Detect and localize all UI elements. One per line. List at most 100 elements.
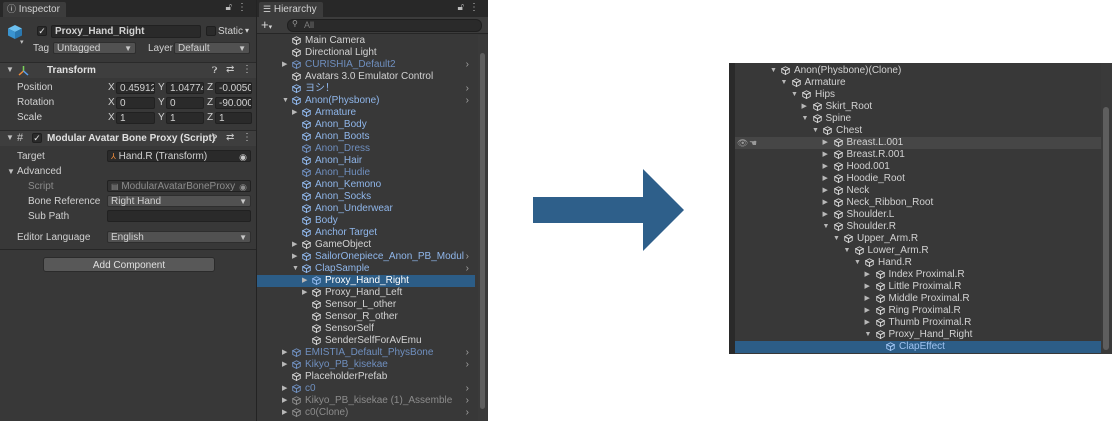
expand-down-icon[interactable]: ▼	[812, 125, 819, 137]
zoomed-hierarchy-row[interactable]: ▼ Chest	[735, 125, 1101, 137]
hierarchy-row[interactable]: ヨシ！ ›	[257, 83, 475, 95]
expand-right-icon[interactable]: ▶	[282, 359, 287, 371]
hierarchy-row[interactable]: ▶ CURISHIA_Default2 ›	[257, 59, 475, 71]
editor-language-dropdown[interactable]: English ▼	[107, 231, 251, 243]
expand-right-icon[interactable]: ▶	[282, 59, 287, 71]
zoomed-hierarchy-row[interactable]: ▼ Spine	[735, 113, 1101, 125]
chevron-right-icon[interactable]: ›	[466, 359, 469, 371]
add-object-button[interactable]: +▾	[261, 17, 272, 35]
hierarchy-row[interactable]: Anon_Dress	[257, 143, 475, 155]
tab-hierarchy[interactable]: ☰ Hierarchy	[259, 2, 323, 17]
hierarchy-row[interactable]: PlaceholderPrefab	[257, 371, 475, 383]
expand-right-icon[interactable]: ▶	[292, 251, 297, 263]
chevron-right-icon[interactable]: ›	[466, 347, 469, 359]
hierarchy-row[interactable]: Anon_Hudie	[257, 167, 475, 179]
hierarchy-row[interactable]: SenderSelfForAvEmu	[257, 335, 475, 347]
static-caret-icon[interactable]: ▾	[245, 26, 249, 35]
hierarchy-row[interactable]: Directional Light	[257, 47, 475, 59]
position-z-field[interactable]: -0.0050	[215, 82, 252, 94]
zoomed-hierarchy-row[interactable]: ▼ Hand.R	[735, 257, 1101, 269]
hierarchy-row[interactable]: Anon_Kemono	[257, 179, 475, 191]
expand-right-icon[interactable]: ▶	[865, 293, 870, 305]
hierarchy-row[interactable]: Anchor Target	[257, 227, 475, 239]
expand-right-icon[interactable]: ▶	[282, 347, 287, 359]
hierarchy-row[interactable]: ▶ Kikyo_PB_kisekae (1)_Assemble ›	[257, 395, 475, 407]
tab-inspector[interactable]: ⓘ Inspector	[3, 2, 66, 17]
chevron-right-icon[interactable]: ›	[466, 383, 469, 395]
expand-right-icon[interactable]: ▶	[865, 281, 870, 293]
zoomed-hierarchy-row[interactable]: ▶ Skirt_Root	[735, 101, 1101, 113]
advanced-label[interactable]: Advanced	[17, 166, 61, 178]
zoomed-hierarchy-row[interactable]: ▼ Lower_Arm.R	[735, 245, 1101, 257]
zoomed-hierarchy-row[interactable]: ▼ Shoulder.R	[735, 221, 1101, 233]
hierarchy-row[interactable]: SensorSelf	[257, 323, 475, 335]
more-icon[interactable]: ⋮	[469, 2, 484, 13]
rotation-z-field[interactable]: -90.000	[215, 97, 252, 109]
expand-down-icon[interactable]: ▼	[802, 113, 809, 125]
scale-z-field[interactable]: 1	[215, 112, 252, 124]
chevron-right-icon[interactable]: ›	[466, 83, 469, 95]
expand-right-icon[interactable]: ▶	[292, 239, 297, 251]
object-name-field[interactable]: Proxy_Hand_Right	[51, 25, 201, 38]
lock-icon[interactable]: 🔓︎	[458, 2, 469, 13]
zoomed-hierarchy-row[interactable]: ▼ Anon(Physbone)(Clone)	[735, 65, 1101, 77]
expand-right-icon[interactable]: ▶	[282, 395, 287, 407]
zoomed-hierarchy-row[interactable]: ▼ Hips	[735, 89, 1101, 101]
zoomed-hierarchy-row[interactable]: ▶ Neck_Ribbon_Root	[735, 197, 1101, 209]
kebab-menu-icon[interactable]: ⋮	[242, 132, 252, 143]
expand-right-icon[interactable]: ▶	[282, 407, 287, 419]
expand-right-icon[interactable]: ▶	[802, 101, 807, 113]
zoomed-hierarchy-row[interactable]: ▶ Middle Proximal.R	[735, 293, 1101, 305]
scale-y-field[interactable]: 1	[166, 112, 204, 124]
cube-dropdown-caret-icon[interactable]: ▾	[20, 38, 24, 46]
expand-right-icon[interactable]: ▶	[302, 275, 307, 287]
static-checkbox[interactable]	[206, 26, 216, 36]
hierarchy-row[interactable]: Anon_Hair	[257, 155, 475, 167]
hierarchy-row[interactable]: Main Camera	[257, 35, 475, 47]
expand-down-icon[interactable]: ▼	[282, 95, 289, 107]
chevron-right-icon[interactable]: ›	[466, 59, 469, 71]
hierarchy-row[interactable]: ▶ SailorOnepiece_Anon_PB_Modul ›	[257, 251, 475, 263]
hierarchy-row[interactable]: Sensor_R_other	[257, 311, 475, 323]
zoomed-hierarchy-row[interactable]: ▶ Hoodie_Root	[735, 173, 1101, 185]
hierarchy-row[interactable]: Anon_Boots	[257, 131, 475, 143]
zoomed-hierarchy-row[interactable]: ▼ Upper_Arm.R	[735, 233, 1101, 245]
hierarchy-row[interactable]: Anon_Body	[257, 119, 475, 131]
expand-right-icon[interactable]: ▶	[823, 149, 828, 161]
bone-reference-dropdown[interactable]: Right Hand ▼	[107, 195, 251, 207]
hierarchy-scrollbar-thumb[interactable]	[480, 53, 485, 409]
hierarchy-row[interactable]: ▶ c0(Clone) ›	[257, 407, 475, 419]
component-enabled-checkbox[interactable]: ✓	[32, 133, 42, 143]
zoomed-hierarchy-row[interactable]: ▶ Index Proximal.R	[735, 269, 1101, 281]
expand-right-icon[interactable]: ▶	[823, 209, 828, 221]
zoomed-scrollbar-thumb[interactable]	[1103, 107, 1109, 350]
hierarchy-row[interactable]: ▶ Proxy_Hand_Right	[257, 275, 475, 287]
position-x-field[interactable]: 0.45912	[116, 82, 155, 94]
expand-right-icon[interactable]: ▶	[823, 173, 828, 185]
hierarchy-row[interactable]: ▶ Armature	[257, 107, 475, 119]
sub-path-field[interactable]	[107, 210, 251, 222]
zoomed-hierarchy-row[interactable]: ▶ Neck	[735, 185, 1101, 197]
rotation-x-field[interactable]: 0	[116, 97, 155, 109]
zoomed-hierarchy-row[interactable]: ClapEffect	[735, 341, 1101, 353]
hierarchy-search-input[interactable]: ⚲ All	[287, 19, 482, 32]
advanced-foldout-icon[interactable]: ▼	[7, 166, 15, 178]
rotation-y-field[interactable]: 0	[166, 97, 204, 109]
scale-x-field[interactable]: 1	[116, 112, 155, 124]
chevron-right-icon[interactable]: ›	[466, 407, 469, 419]
hierarchy-row[interactable]: Body	[257, 215, 475, 227]
zoomed-hierarchy-row[interactable]: ▶ Thumb Proximal.R	[735, 317, 1101, 329]
hierarchy-row[interactable]: Avatars 3.0 Emulator Control	[257, 71, 475, 83]
expand-right-icon[interactable]: ▶	[865, 269, 870, 281]
expand-down-icon[interactable]: ▼	[865, 329, 872, 341]
expand-down-icon[interactable]: ▼	[292, 263, 299, 275]
zoomed-hierarchy-row[interactable]: ▶ Hood.001	[735, 161, 1101, 173]
object-picker-icon[interactable]: ◉	[239, 151, 247, 161]
expand-down-icon[interactable]: ▼	[823, 221, 830, 233]
hierarchy-row[interactable]: ▶ Kikyo_PB_kisekae ›	[257, 359, 475, 371]
help-icon[interactable]: ❓︎	[212, 65, 217, 76]
expand-right-icon[interactable]: ▶	[302, 287, 307, 299]
chevron-right-icon[interactable]: ›	[466, 395, 469, 407]
lock-icon[interactable]: 🔓︎	[226, 2, 237, 13]
expand-down-icon[interactable]: ▼	[791, 89, 798, 101]
